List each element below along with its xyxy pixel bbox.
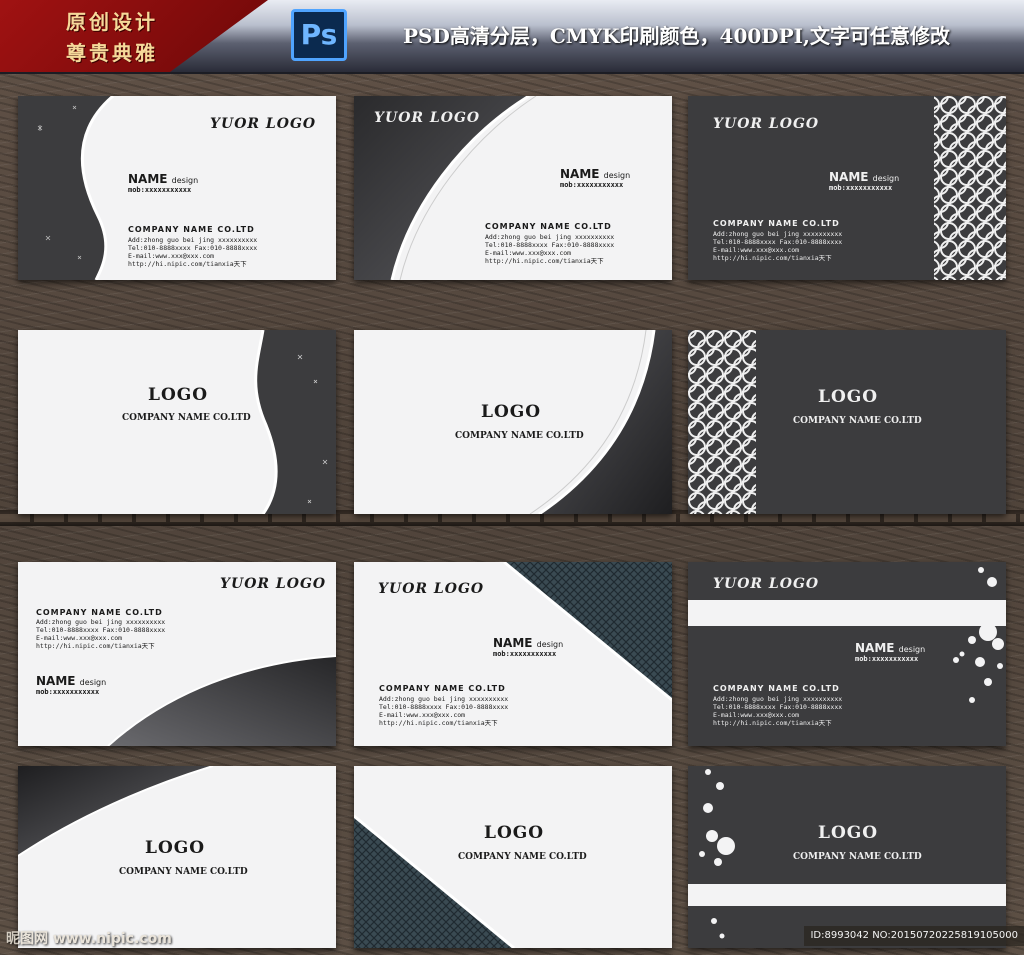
company-name: COMPANY NAME CO.LTD: [458, 852, 587, 862]
card-back-3: LOGO COMPANY NAME CO.LTD: [688, 330, 1006, 514]
website: http://hi.nipic.com/tianxia天下: [713, 254, 832, 262]
mobile-number: mob:xxxxxxxxxxx: [128, 186, 192, 194]
logo-text: LOGO: [481, 402, 542, 422]
card-back-1: LOGO COMPANY NAME CO.LTD: [18, 330, 336, 514]
card-back-6: LOGO COMPANY NAME CO.LTD: [688, 766, 1006, 948]
name-label: NAME design: [855, 641, 926, 655]
name-label: NAME design: [829, 170, 900, 184]
website: http://hi.nipic.com/tianxia天下: [128, 260, 247, 268]
top-banner: 原创设计 尊贵典雅 Ps PSD高清分层，CMYK印刷颜色，400DPI,文字可…: [0, 0, 1024, 74]
card-back-2: LOGO COMPANY NAME CO.LTD: [354, 330, 672, 514]
name-label: NAME design: [36, 674, 107, 688]
banner-description: PSD高清分层，CMYK印刷颜色，400DPI,文字可任意修改: [403, 24, 950, 48]
website: http://hi.nipic.com/tianxia天下: [36, 642, 155, 650]
badge-line-1: 原创设计: [66, 10, 158, 34]
name-label: NAME design: [560, 167, 631, 181]
company-name: COMPANY NAME CO.LTD: [122, 413, 251, 423]
badge-line-2: 尊贵典雅: [66, 41, 158, 65]
company-name: COMPANY NAME CO.LTD: [119, 867, 248, 877]
name-label: NAME design: [493, 636, 564, 650]
logo-text: LOGO: [484, 823, 545, 843]
your-logo: YUOR LOGO: [210, 116, 317, 132]
website: http://hi.nipic.com/tianxia天下: [485, 257, 604, 265]
card-background: [529, 330, 672, 514]
mobile-number: mob:xxxxxxxxxxx: [829, 184, 893, 192]
card-front-6: YUOR LOGO NAME design mob:xxxxxxxxxxx CO…: [688, 562, 1006, 746]
card-front-2: YUOR LOGO NAME design mob:xxxxxxxxxxx CO…: [354, 96, 672, 280]
your-logo: YUOR LOGO: [220, 576, 327, 592]
your-logo: YUOR LOGO: [713, 576, 820, 592]
website: http://hi.nipic.com/tianxia天下: [713, 719, 832, 727]
nipic-watermark: 昵图网 www.nipic.com: [6, 931, 172, 947]
company-name: COMPANY NAME CO.LTD: [793, 852, 922, 862]
card-back-4: LOGO COMPANY NAME CO.LTD: [18, 766, 336, 948]
image-id-watermark: ID:8993042 NO:20150720225819105000: [804, 926, 1024, 946]
logo-text: LOGO: [818, 387, 879, 407]
mobile-number: mob:xxxxxxxxxxx: [855, 655, 919, 663]
company-name: COMPANY NAME CO.LTD: [713, 684, 840, 693]
logo-text: LOGO: [145, 838, 206, 858]
your-logo: YUOR LOGO: [374, 110, 481, 126]
card-back-5: LOGO COMPANY NAME CO.LTD: [354, 766, 672, 948]
company-name: COMPANY NAME CO.LTD: [128, 225, 255, 234]
company-name: COMPANY NAME CO.LTD: [485, 222, 612, 231]
logo-text: LOGO: [148, 385, 209, 405]
company-name: COMPANY NAME CO.LTD: [713, 219, 840, 228]
name-label: NAME design: [128, 172, 199, 186]
mobile-number: mob:xxxxxxxxxxx: [493, 650, 557, 658]
mobile-number: mob:xxxxxxxxxxx: [560, 181, 624, 189]
your-logo: YUOR LOGO: [713, 116, 820, 132]
card-front-3: YUOR LOGO NAME design mob:xxxxxxxxxxx CO…: [688, 96, 1006, 280]
company-name: COMPANY NAME CO.LTD: [379, 684, 506, 693]
your-logo: YUOR LOGO: [378, 581, 485, 597]
mobile-number: mob:xxxxxxxxxxx: [36, 688, 100, 696]
logo-text: LOGO: [818, 823, 879, 843]
card-front-1: YUOR LOGO NAME design mob:xxxxxxxxxxx CO…: [18, 96, 336, 280]
card-front-4: YUOR LOGO COMPANY NAME CO.LTD Add:zhong …: [18, 562, 336, 746]
photoshop-icon: Ps: [291, 9, 347, 61]
card-front-5: YUOR LOGO NAME design mob:xxxxxxxxxxx CO…: [354, 562, 672, 746]
company-name: COMPANY NAME CO.LTD: [455, 431, 584, 441]
company-name: COMPANY NAME CO.LTD: [793, 416, 922, 426]
website: http://hi.nipic.com/tianxia天下: [379, 719, 498, 727]
company-name: COMPANY NAME CO.LTD: [36, 608, 163, 617]
